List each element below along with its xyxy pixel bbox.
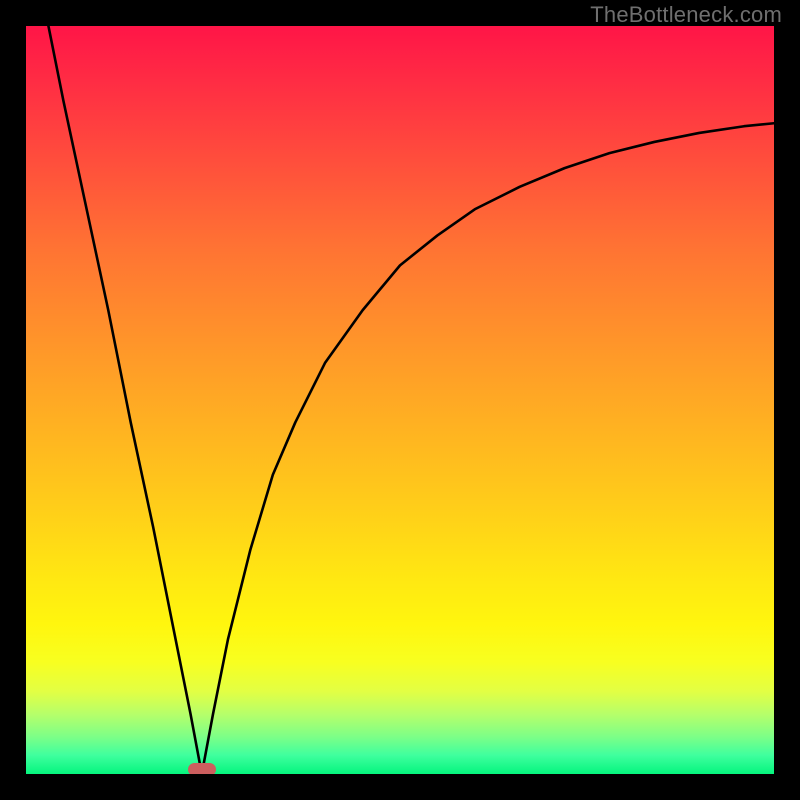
curve-path xyxy=(48,26,774,774)
plot-area xyxy=(26,26,774,774)
bottleneck-curve xyxy=(26,26,774,774)
optimum-marker xyxy=(188,763,216,774)
watermark-text: TheBottleneck.com xyxy=(590,2,782,28)
chart-frame: TheBottleneck.com xyxy=(0,0,800,800)
